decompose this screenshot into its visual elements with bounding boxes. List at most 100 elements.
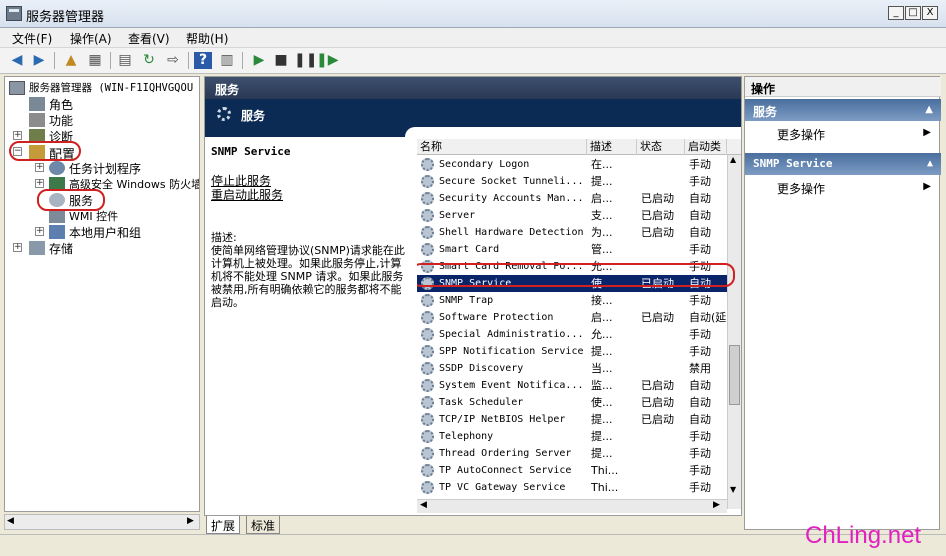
table-row[interactable]: Secondary Logon 在... 手动 <box>417 156 727 173</box>
scroll-thumb[interactable] <box>729 345 740 405</box>
tree-root[interactable]: 服务器管理器 (WIN-F1IQHVGQOU <box>29 80 193 95</box>
service-description: 提... <box>591 175 613 188</box>
submenu-arrow-icon: ▶ <box>923 181 931 192</box>
table-row[interactable]: SNMP Trap 接... 手动 <box>417 292 727 309</box>
table-row[interactable]: Special Administratio... 允... 手动 <box>417 326 727 343</box>
table-row[interactable]: SPP Notification Service 提... 手动 <box>417 343 727 360</box>
table-row[interactable]: TP VC Gateway Service Thi... 手动 <box>417 479 727 496</box>
tree-item-storage[interactable]: 存储 <box>49 240 73 257</box>
actions-section-snmp[interactable]: SNMP Service ▲ <box>745 153 941 175</box>
scroll-up-icon[interactable]: ▲ <box>730 155 736 164</box>
properties-icon[interactable]: ▤ <box>116 52 134 69</box>
table-row[interactable]: System Event Notifica... 监... 已启动 自动 <box>417 377 727 394</box>
table-row[interactable]: Software Protection 启... 已启动 自动(延 <box>417 309 727 326</box>
scroll-right-icon[interactable]: ▶ <box>187 516 194 526</box>
maximize-button[interactable]: □ <box>905 6 921 20</box>
expand-icon[interactable]: + <box>35 179 44 188</box>
table-row[interactable]: SSDP Discovery 当... 禁用 <box>417 360 727 377</box>
service-gear-icon <box>421 430 434 443</box>
expand-icon[interactable]: + <box>13 243 22 252</box>
users-icon <box>49 225 65 239</box>
service-description: Thi... <box>591 464 619 477</box>
highlight-services <box>37 189 105 211</box>
service-startup-type: 自动 <box>689 226 711 239</box>
table-row[interactable]: Telephony 提... 手动 <box>417 428 727 445</box>
services-list: 名称 描述 状态 启动类 Secondary Logon 在... 手动 Secure… <box>417 139 741 515</box>
service-gear-icon <box>421 209 434 222</box>
table-row[interactable]: Secure Socket Tunneli... 提... 手动 <box>417 173 727 190</box>
tree-item-roles[interactable]: 角色 <box>49 96 73 113</box>
scroll-down-icon[interactable]: ▼ <box>730 485 736 494</box>
highlight-snmp-service <box>417 263 735 287</box>
stop-service-icon[interactable]: ■ <box>272 52 290 69</box>
expand-icon[interactable]: + <box>35 227 44 236</box>
restart-service-link[interactable]: 重启动此服务 <box>211 189 283 202</box>
view-tabs: 扩展 标准 <box>204 516 404 534</box>
actions-section-services[interactable]: 服务 ▲ <box>745 99 941 121</box>
column-status[interactable]: 状态 <box>637 139 685 155</box>
tree-item-task-scheduler[interactable]: 任务计划程序 <box>69 160 141 177</box>
list-vertical-scrollbar[interactable]: ▲ ▼ <box>727 155 741 509</box>
view-icon[interactable]: ▥ <box>218 52 236 69</box>
service-startup-type: 自动 <box>689 209 711 222</box>
menu-action[interactable]: 操作(A) <box>70 30 112 47</box>
back-icon[interactable]: ◀ <box>8 52 26 69</box>
help-icon[interactable]: ? <box>194 52 212 69</box>
export-list-icon[interactable]: ⇨ <box>164 52 182 69</box>
service-name: SSDP Discovery <box>439 363 524 374</box>
forward-icon[interactable]: ▶ <box>30 52 48 69</box>
actions-header: 操作 <box>745 77 941 97</box>
column-startup-type[interactable]: 启动类 <box>685 139 727 155</box>
refresh-icon[interactable]: ↻ <box>140 52 158 69</box>
service-startup-type: 自动(延 <box>689 311 727 324</box>
list-horizontal-scrollbar[interactable]: ◀ ▶ <box>417 499 727 513</box>
scroll-right-icon[interactable]: ▶ <box>713 500 720 510</box>
service-description: 支... <box>591 209 613 222</box>
tab-extended[interactable]: 扩展 <box>206 516 241 534</box>
window-title: 服务器管理器 <box>26 10 105 25</box>
tree-horizontal-scrollbar[interactable]: ◀ ▶ <box>4 514 200 530</box>
stop-service-link[interactable]: 停止此服务 <box>211 175 271 188</box>
expand-icon[interactable]: + <box>35 163 44 172</box>
service-description: 当... <box>591 362 613 375</box>
restart-service-icon[interactable]: ❚▶ <box>316 52 339 69</box>
more-actions-snmp[interactable]: 更多操作 <box>777 180 825 197</box>
show-hide-tree-icon[interactable]: ▦ <box>86 52 104 69</box>
menu-view[interactable]: 查看(V) <box>128 30 170 47</box>
pause-service-icon[interactable]: ❚❚ <box>294 52 317 69</box>
tree-item-features[interactable]: 功能 <box>49 112 73 129</box>
table-row[interactable]: Server 支... 已启动 自动 <box>417 207 727 224</box>
start-service-icon[interactable]: ▶ <box>250 52 268 69</box>
tab-standard[interactable]: 标准 <box>246 516 281 534</box>
service-description: 允... <box>591 328 613 341</box>
table-row[interactable]: Thread Ordering Server 提... 手动 <box>417 445 727 462</box>
collapse-arrow-icon[interactable]: ▲ <box>927 158 933 169</box>
scroll-left-icon[interactable]: ◀ <box>420 500 427 510</box>
service-gear-icon <box>421 362 434 375</box>
menu-file[interactable]: 文件(F) <box>12 30 52 47</box>
selected-service-name: SNMP Service <box>211 145 291 158</box>
table-row[interactable]: Task Scheduler 使... 已启动 自动 <box>417 394 727 411</box>
service-description: 在... <box>591 158 613 171</box>
table-row[interactable]: Shell Hardware Detection 为... 已启动 自动 <box>417 224 727 241</box>
table-row[interactable]: TCP/IP NetBIOS Helper 提... 已启动 自动 <box>417 411 727 428</box>
column-description[interactable]: 描述 <box>587 139 637 155</box>
table-row[interactable]: Security Accounts Man... 启... 已启动 自动 <box>417 190 727 207</box>
service-startup-type: 自动 <box>689 379 711 392</box>
service-description: 提... <box>591 413 613 426</box>
up-folder-icon[interactable]: ▲ <box>62 52 80 69</box>
collapse-arrow-icon[interactable]: ▲ <box>925 104 933 115</box>
more-actions-services[interactable]: 更多操作 <box>777 126 825 143</box>
service-name: Thread Ordering Server <box>439 448 572 459</box>
table-row[interactable]: Smart Card 管... 手动 <box>417 241 727 258</box>
tree-item-local-users[interactable]: 本地用户和组 <box>69 224 141 241</box>
expand-icon[interactable]: + <box>13 131 22 140</box>
minimize-button[interactable]: _ <box>888 6 904 20</box>
scroll-left-icon[interactable]: ◀ <box>7 516 14 526</box>
service-gear-icon <box>421 158 434 171</box>
column-name[interactable]: 名称 <box>417 139 587 155</box>
task-scheduler-icon <box>49 161 65 175</box>
table-row[interactable]: TP AutoConnect Service Thi... 手动 <box>417 462 727 479</box>
close-button[interactable]: X <box>922 6 938 20</box>
menu-help[interactable]: 帮助(H) <box>186 30 228 47</box>
